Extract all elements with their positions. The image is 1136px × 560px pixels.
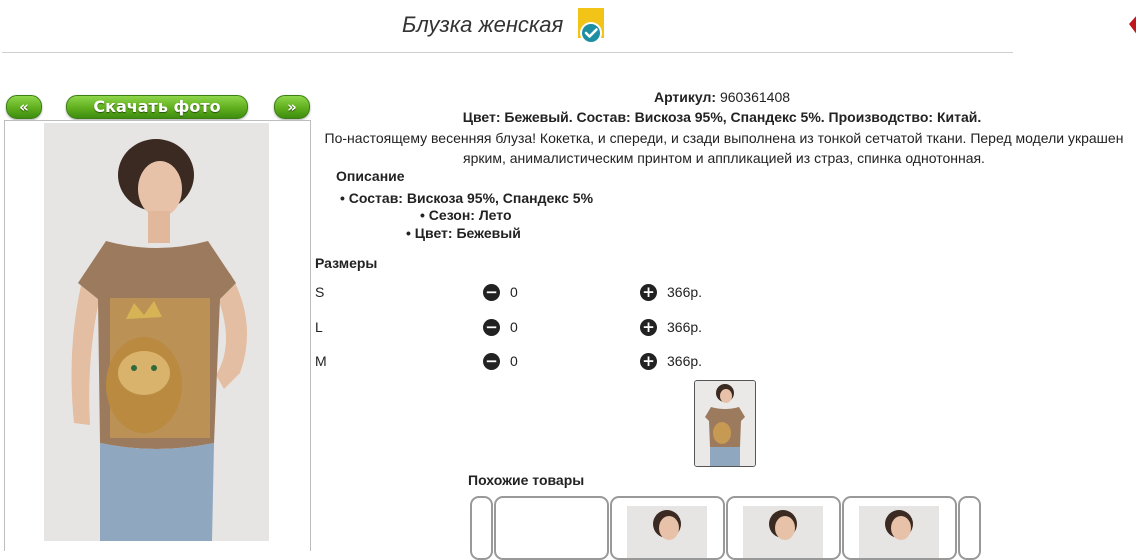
product-photo[interactable]	[44, 123, 269, 541]
list-item: Цвет: Бежевый	[406, 225, 521, 241]
page-title: Блузка женская	[402, 12, 564, 37]
size-label: L	[315, 319, 323, 335]
price: 366р.	[667, 353, 703, 369]
minus-circle-icon[interactable]: −	[483, 319, 500, 336]
size-label: S	[315, 284, 325, 300]
article-label: Артикул:	[653, 89, 717, 105]
similar-product-card[interactable]	[494, 496, 609, 560]
close-icon[interactable]	[1124, 10, 1136, 40]
plus-circle-icon[interactable]: +	[640, 353, 657, 370]
similar-product-card[interactable]	[726, 496, 841, 560]
similar-product-card[interactable]	[610, 496, 725, 560]
quantity-value: 0	[510, 353, 518, 369]
minus-circle-icon[interactable]: −	[483, 353, 500, 370]
header-divider	[2, 52, 1013, 53]
photo-thumbnail[interactable]	[694, 380, 756, 467]
plus-circle-icon[interactable]: +	[640, 319, 657, 336]
size-label: M	[315, 353, 327, 369]
product-description: По-настоящему весенняя блуза! Кокетка, и…	[324, 130, 1124, 166]
article-line: Артикул: 960361408	[0, 89, 1136, 105]
list-item: Состав: Вискоза 95%, Спандекс 5%	[340, 190, 593, 206]
sizes-heading: Размеры	[315, 255, 378, 271]
description-heading: Описание	[336, 168, 405, 184]
price: 366р.	[667, 319, 703, 335]
article-number: 960361408	[719, 89, 791, 105]
scroll-left-button[interactable]	[470, 496, 493, 560]
list-item: Сезон: Лето	[420, 207, 512, 223]
similar-product-card[interactable]	[842, 496, 957, 560]
similar-products-heading: Похожие товары	[468, 472, 585, 488]
price: 366р.	[667, 284, 703, 300]
quantity-value: 0	[510, 284, 518, 300]
spec-line: Цвет: Бежевый. Состав: Вискоза 95%, Спан…	[462, 109, 982, 125]
verified-check-icon	[577, 8, 605, 46]
minus-circle-icon[interactable]: −	[483, 284, 500, 301]
plus-circle-icon[interactable]: +	[640, 284, 657, 301]
quantity-value: 0	[510, 319, 518, 335]
scroll-right-button[interactable]	[958, 496, 981, 560]
